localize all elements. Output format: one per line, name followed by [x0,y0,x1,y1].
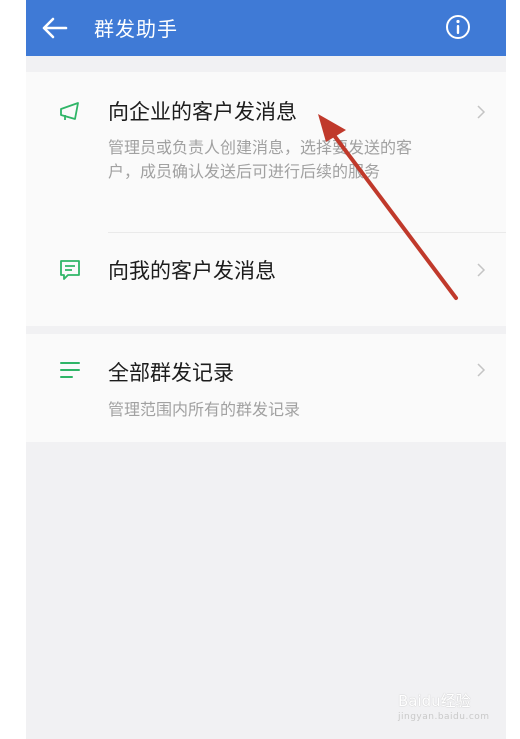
arrow-left-icon [42,17,68,39]
records-card: 全部群发记录 管理范围内所有的群发记录 [26,334,506,442]
menu-item-title: 向我的客户发消息 [108,259,276,283]
menu-item-title: 全部群发记录 [108,361,234,385]
menu-item-description: 管理范围内所有的群发记录 [108,400,301,419]
chevron-right-icon [477,263,486,277]
phone-screen: 群发助手 向企业的客户发消息 管理员或负责人创建消息，选择要发送的客户，成员确认… [26,0,506,739]
chevron-right-icon [477,105,486,119]
list-icon [60,362,80,378]
info-circle-icon [446,15,470,39]
menu-item-records[interactable]: 全部群发记录 管理范围内所有的群发记录 [26,334,506,442]
watermark-url: jingyan.baidu.com [398,712,490,722]
back-button[interactable] [40,14,70,42]
menu-item-description: 管理员或负责人创建消息，选择要发送的客户，成员确认发送后可进行后续的服务 [108,138,413,181]
info-button[interactable] [443,12,473,42]
chat-bubble-icon [60,260,80,280]
page-title: 群发助手 [94,17,178,41]
send-options-card: 向企业的客户发消息 管理员或负责人创建消息，选择要发送的客户，成员确认发送后可进… [26,72,506,326]
chevron-right-icon [477,363,486,377]
top-bar: 群发助手 [26,0,506,56]
menu-item-enterprise[interactable]: 向企业的客户发消息 管理员或负责人创建消息，选择要发送的客户，成员确认发送后可进… [26,72,506,232]
menu-item-mine[interactable]: 向我的客户发消息 [26,233,506,326]
watermark: Baidu经验 [398,692,471,710]
megaphone-icon [60,102,79,120]
menu-item-title: 向企业的客户发消息 [108,100,297,124]
